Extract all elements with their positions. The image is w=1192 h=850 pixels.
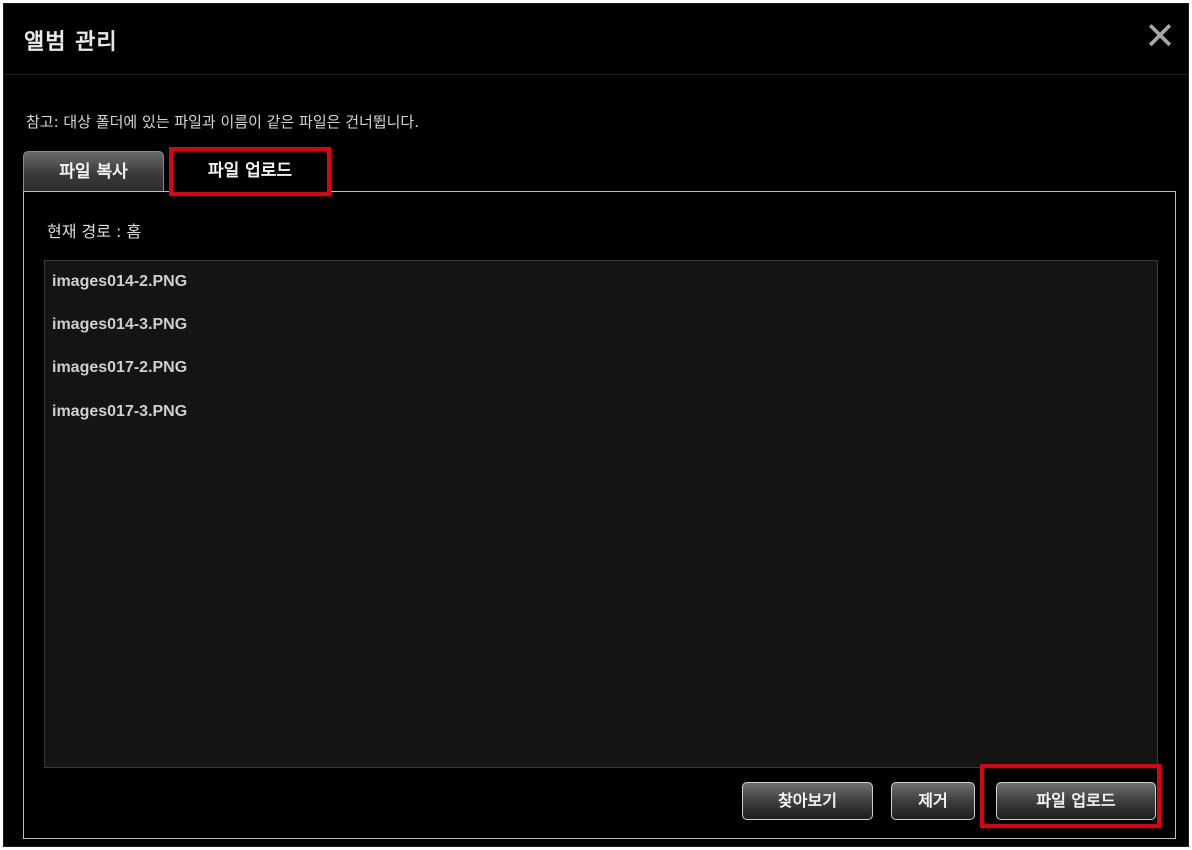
list-item[interactable]: images014-3.PNG bbox=[52, 316, 187, 334]
list-item[interactable]: images017-2.PNG bbox=[52, 359, 187, 377]
file-list[interactable]: images014-2.PNG images014-3.PNG images01… bbox=[44, 260, 1158, 768]
close-icon[interactable]: ✕ bbox=[1140, 16, 1180, 56]
upload-button[interactable]: 파일 업로드 bbox=[996, 782, 1156, 820]
tab-file-copy[interactable]: 파일 복사 bbox=[23, 151, 164, 193]
note-text: 참고: 대상 폴더에 있는 파일과 이름이 같은 파일은 건너뜁니다. bbox=[26, 113, 419, 131]
tab-file-upload[interactable]: 파일 업로드 bbox=[169, 147, 331, 196]
current-path: 현재 경로 : 홈 bbox=[47, 222, 142, 241]
list-item[interactable]: images017-3.PNG bbox=[52, 403, 187, 421]
browse-button[interactable]: 찾아보기 bbox=[742, 782, 873, 820]
upload-panel: 현재 경로 : 홈 images014-2.PNG images014-3.PN… bbox=[23, 191, 1176, 839]
title-divider bbox=[4, 74, 1188, 75]
album-manager-dialog: 앨범 관리 ✕ 참고: 대상 폴더에 있는 파일과 이름이 같은 파일은 건너뜁… bbox=[3, 3, 1189, 847]
remove-button[interactable]: 제거 bbox=[891, 782, 975, 820]
list-item[interactable]: images014-2.PNG bbox=[52, 273, 187, 291]
dialog-title: 앨범 관리 bbox=[24, 30, 118, 55]
